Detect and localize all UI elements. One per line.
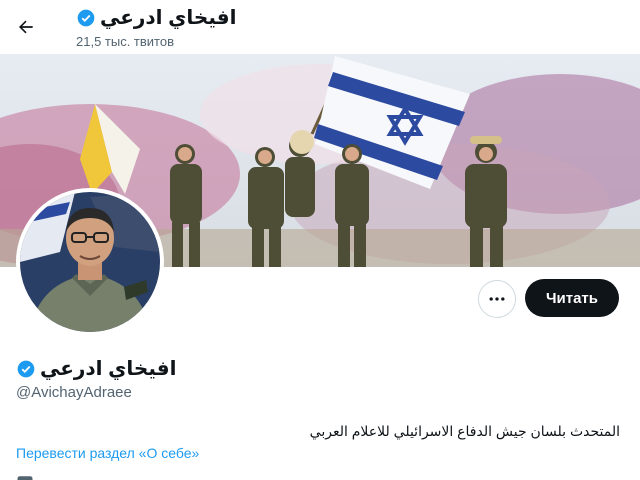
top-bar: افيخاي ادرعي 21,5 тыс. твитов: [0, 0, 640, 54]
profile-meta-row: [16, 474, 34, 480]
header-name-row: افيخاي ادرعي: [76, 6, 236, 30]
avatar-image: [20, 192, 160, 332]
header-name: افيخاي ادرعي: [100, 7, 237, 29]
verified-badge-icon: [77, 9, 95, 27]
profile-name-row: افيخاي ادرعي: [16, 356, 176, 381]
calendar-icon: [17, 476, 33, 480]
title-block: افيخاي ادرعي 21,5 тыс. твитов: [76, 6, 236, 49]
follow-button[interactable]: Читать: [525, 279, 619, 317]
arrow-left-icon: [19, 20, 33, 34]
back-button[interactable]: [8, 9, 44, 45]
translate-bio-link[interactable]: Перевести раздел «О себе»: [16, 445, 199, 461]
profile-name: افيخاي ادرعي: [40, 358, 177, 380]
more-horizontal-icon: [489, 297, 505, 301]
tweet-count: 21,5 тыс. твитов: [76, 34, 175, 49]
avatar-frame[interactable]: [16, 188, 164, 336]
verified-badge-icon: [17, 360, 35, 377]
avatar: [20, 192, 160, 332]
more-options-button[interactable]: [478, 280, 516, 318]
profile-bio: المتحدث بلسان جيش الدفاع الاسرائيلي للاع…: [309, 423, 620, 439]
profile-handle: @AvichayAdraee: [16, 384, 132, 401]
